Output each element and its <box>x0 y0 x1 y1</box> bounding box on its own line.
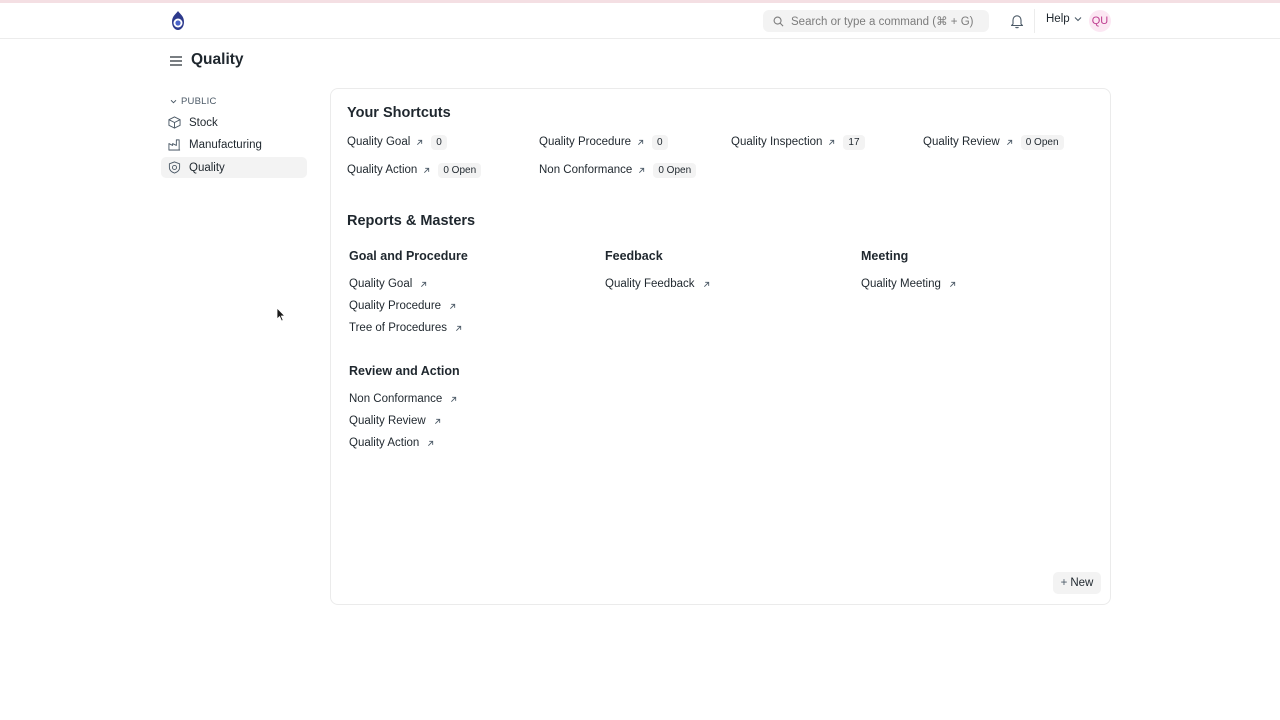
new-button-label: New <box>1070 577 1094 589</box>
link-label: Non Conformance <box>349 393 443 405</box>
notification-bell-icon[interactable] <box>1010 13 1024 29</box>
search-input[interactable]: Search or type a command (⌘ + G) <box>763 10 989 32</box>
sidebar-group-public[interactable]: PUBLIC <box>170 96 217 107</box>
help-dropdown[interactable]: Help <box>1046 13 1082 25</box>
arrow-up-right-icon <box>451 396 457 402</box>
arrow-up-right-icon <box>417 139 423 145</box>
shortcut-quality-review[interactable]: Quality Review 0 Open <box>923 133 1064 151</box>
shortcut-count-badge: 0 Open <box>1020 134 1064 150</box>
navbar-divider <box>1034 9 1035 33</box>
shortcut-quality-procedure[interactable]: Quality Procedure 0 <box>539 133 668 151</box>
shortcut-quality-goal[interactable]: Quality Goal 0 <box>347 133 447 151</box>
link-quality-action[interactable]: Quality Action <box>349 435 434 451</box>
chevron-down-icon <box>1074 17 1082 22</box>
page-title: Quality <box>191 51 244 68</box>
column-title-review-and-action: Review and Action <box>349 364 460 378</box>
shortcut-non-conformance[interactable]: Non Conformance 0 Open <box>539 161 697 179</box>
link-quality-meeting[interactable]: Quality Meeting <box>861 276 956 292</box>
shortcut-label: Non Conformance <box>539 164 633 176</box>
sidebar-item-label: Quality <box>189 161 225 174</box>
shortcut-count-badge: 17 <box>843 134 865 150</box>
shortcut-label: Quality Goal <box>347 136 411 148</box>
column-title-meeting: Meeting <box>861 249 909 263</box>
arrow-up-right-icon <box>428 440 434 446</box>
avatar-initials: QU <box>1091 15 1109 27</box>
arrow-up-right-icon <box>424 167 430 173</box>
shortcut-count-badge: 0 Open <box>653 162 697 178</box>
shortcuts-title: Your Shortcuts <box>347 105 451 121</box>
help-label: Help <box>1046 13 1070 25</box>
plus-icon: + <box>1060 577 1068 589</box>
shortcut-label: Quality Review <box>923 136 1000 148</box>
app-logo-icon[interactable] <box>168 10 188 32</box>
column-title-feedback: Feedback <box>605 249 663 263</box>
box-icon <box>168 116 181 129</box>
sidebar-item-stock[interactable]: Stock <box>161 112 307 133</box>
link-non-conformance[interactable]: Non Conformance <box>349 391 457 407</box>
sidebar-toggle-icon[interactable] <box>170 55 182 67</box>
shield-icon <box>168 161 181 174</box>
navbar: Search or type a command (⌘ + G) Help QU <box>0 3 1280 39</box>
shortcut-quality-action[interactable]: Quality Action 0 Open <box>347 161 482 179</box>
link-label: Quality Review <box>349 415 426 427</box>
link-label: Quality Feedback <box>605 278 695 290</box>
link-quality-procedure[interactable]: Quality Procedure <box>349 298 456 314</box>
reports-title: Reports & Masters <box>347 213 476 229</box>
link-tree-of-procedures[interactable]: Tree of Procedures <box>349 320 462 336</box>
link-label: Quality Meeting <box>861 278 941 290</box>
arrow-up-right-icon <box>639 167 645 173</box>
link-quality-review[interactable]: Quality Review <box>349 413 441 429</box>
search-placeholder: Search or type a command (⌘ + G) <box>791 16 974 28</box>
shortcut-label: Quality Action <box>347 164 418 176</box>
column-title-goal-and-procedure: Goal and Procedure <box>349 249 468 263</box>
factory-icon <box>168 139 181 151</box>
arrow-up-right-icon <box>434 418 440 424</box>
chevron-down-icon <box>170 99 177 104</box>
arrow-up-right-icon <box>1006 139 1012 145</box>
link-quality-feedback[interactable]: Quality Feedback <box>605 276 710 292</box>
shortcut-quality-inspection[interactable]: Quality Inspection 17 <box>731 133 865 151</box>
new-button[interactable]: + New <box>1053 572 1101 594</box>
sidebar-item-quality[interactable]: Quality <box>161 157 307 178</box>
link-label: Quality Goal <box>349 278 413 290</box>
shortcut-count-badge: 0 <box>652 134 668 150</box>
link-quality-goal[interactable]: Quality Goal <box>349 276 427 292</box>
arrow-up-right-icon <box>421 281 427 287</box>
shortcut-label: Quality Inspection <box>731 136 823 148</box>
sidebar-item-label: Stock <box>189 116 218 129</box>
workspace-card: Your Shortcuts Quality Goal 0 Quality Pr… <box>330 88 1111 605</box>
mouse-cursor-icon <box>276 307 286 322</box>
sidebar-group-label: PUBLIC <box>181 96 217 107</box>
shortcut-count-badge: 0 Open <box>438 162 482 178</box>
avatar[interactable]: QU <box>1089 10 1111 32</box>
sidebar-item-manufacturing[interactable]: Manufacturing <box>161 134 307 155</box>
arrow-up-right-icon <box>456 325 462 331</box>
shortcut-label: Quality Procedure <box>539 136 632 148</box>
arrow-up-right-icon <box>450 303 456 309</box>
arrow-up-right-icon <box>949 281 956 287</box>
shortcut-count-badge: 0 <box>431 134 447 150</box>
arrow-up-right-icon <box>703 281 709 287</box>
arrow-up-right-icon <box>829 139 835 145</box>
link-label: Quality Action <box>349 437 420 449</box>
link-label: Tree of Procedures <box>349 322 448 334</box>
arrow-up-right-icon <box>638 139 644 145</box>
link-label: Quality Procedure <box>349 300 442 312</box>
sidebar-item-label: Manufacturing <box>189 138 262 151</box>
search-icon <box>773 16 784 26</box>
